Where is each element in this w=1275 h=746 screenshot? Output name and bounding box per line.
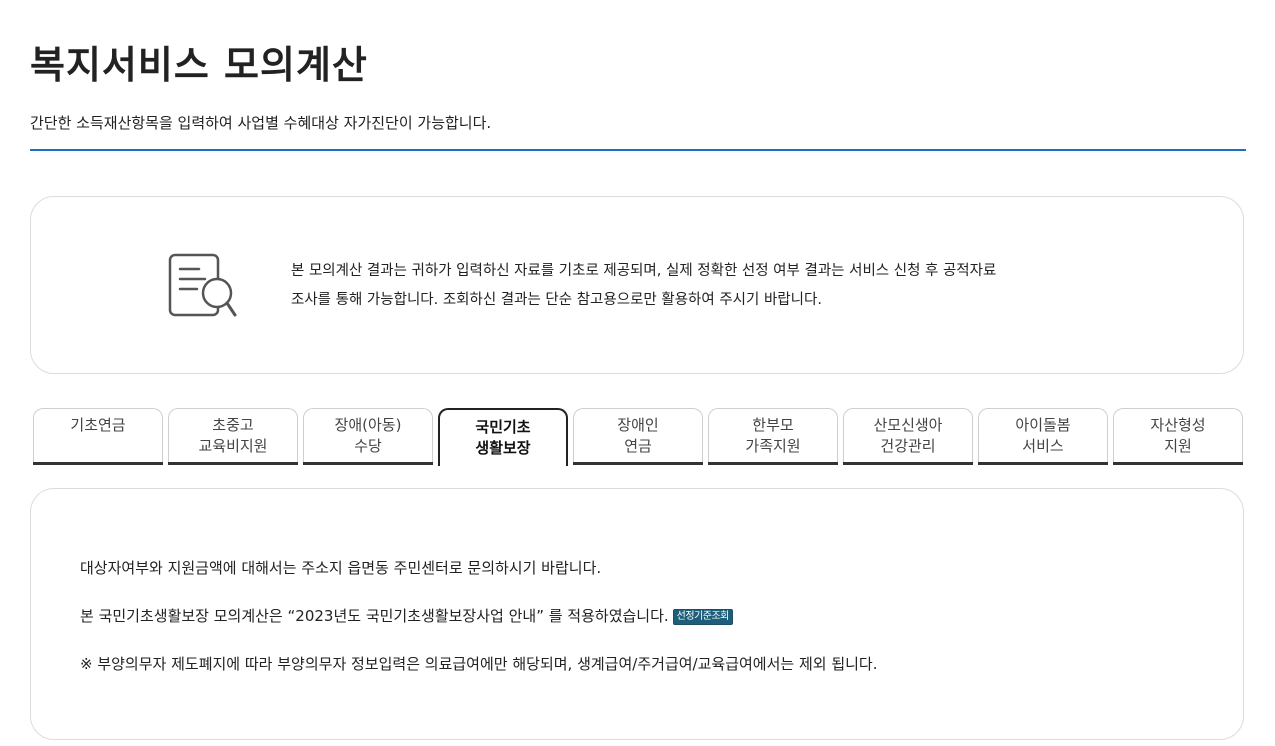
notice-text: 본 모의계산 결과는 귀하가 입력하신 자료를 기초로 제공되며, 실제 정확한… [291, 257, 1151, 315]
info-text-row: 본 국민기초생활보장 모의계산은 “2023년도 국민기초생활보장사업 안내” … [80, 605, 733, 626]
tab-label: 서비스 [1022, 437, 1064, 455]
notice-box: 본 모의계산 결과는 귀하가 입력하신 자료를 기초로 제공되며, 실제 정확한… [30, 196, 1244, 374]
tab-label: 초중고 [212, 416, 254, 434]
tab-label: 아이돌봄 [1015, 416, 1071, 434]
tab-maternal-newborn-care[interactable]: 산모신생아 건강관리 [843, 408, 973, 465]
tab-label: 생활보장 [475, 439, 531, 457]
info-note: ※ 부양의무자 제도폐지에 따라 부양의무자 정보입력은 의료급여에만 해당되며… [80, 655, 878, 673]
tab-label: 교육비지원 [198, 437, 268, 455]
tab-basic-pension[interactable]: 기초연금 [33, 408, 163, 465]
service-tabs: 기초연금 초중고 교육비지원 장애(아동) 수당 국민기초 생활보장 장애인 연… [33, 408, 1245, 466]
tab-label: 지원 [1164, 437, 1192, 455]
page-title: 복지서비스 모의계산 [30, 43, 368, 87]
tab-label: 수당 [354, 437, 382, 455]
tab-basic-livelihood[interactable]: 국민기초 생활보장 [438, 408, 568, 466]
page-description: 간단한 소득재산항목을 입력하여 사업별 수혜대상 자가진단이 가능합니다. [30, 114, 492, 132]
tab-label: 장애인 [617, 416, 659, 434]
criteria-lookup-button[interactable]: 선정기준조회 [672, 609, 733, 625]
info-text: 본 국민기초생활보장 모의계산은 “2023년도 국민기초생활보장사업 안내” … [80, 607, 669, 625]
title-divider [30, 149, 1246, 151]
tab-label: 자산형성 [1150, 416, 1206, 434]
tab-label: 산모신생아 [873, 416, 943, 434]
tab-asset-building[interactable]: 자산형성 지원 [1113, 408, 1243, 465]
tab-label: 장애(아동) [334, 416, 402, 434]
notice-line: 조사를 통해 가능합니다. 조회하신 결과는 단순 참고용으로만 활용하여 주시… [291, 292, 822, 308]
notice-line: 본 모의계산 결과는 귀하가 입력하신 자료를 기초로 제공되며, 실제 정확한… [291, 263, 997, 279]
tab-childcare-service[interactable]: 아이돌봄 서비스 [978, 408, 1108, 465]
tab-label: 건강관리 [880, 437, 936, 455]
tab-disability-pension[interactable]: 장애인 연금 [573, 408, 703, 465]
info-text: 대상자여부와 지원금액에 대해서는 주소지 읍면동 주민센터로 문의하시기 바랍… [80, 559, 602, 577]
tab-education-support[interactable]: 초중고 교육비지원 [168, 408, 298, 465]
tab-label: 국민기초 [475, 418, 531, 436]
tab-content-panel: 대상자여부와 지원금액에 대해서는 주소지 읍면동 주민센터로 문의하시기 바랍… [30, 488, 1244, 740]
tab-label: 가족지원 [745, 437, 801, 455]
tab-label: 한부모 [752, 416, 794, 434]
tab-single-parent-support[interactable]: 한부모 가족지원 [708, 408, 838, 465]
tab-label: 연금 [624, 437, 652, 455]
document-search-icon [168, 253, 237, 317]
tab-label: 기초연금 [70, 416, 126, 434]
tab-disabled-child-allowance[interactable]: 장애(아동) 수당 [303, 408, 433, 465]
